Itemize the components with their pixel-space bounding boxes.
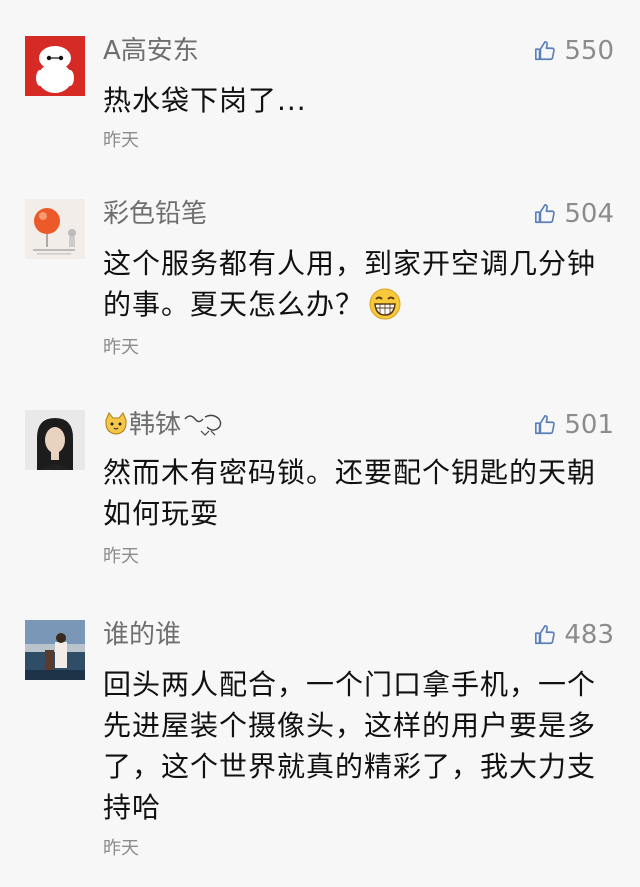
scribble-icon <box>183 411 227 450</box>
like-button[interactable]: 550 <box>534 34 614 68</box>
comment-text: 然而木有密码锁。还要配个钥匙的天朝如何玩耍 <box>103 456 597 530</box>
cat-icon <box>103 411 129 446</box>
thumbs-up-icon <box>535 41 556 61</box>
comment-time: 昨天 <box>103 337 139 358</box>
username[interactable]: 彩色铅笔 <box>103 197 207 231</box>
username[interactable]: 谁的谁 <box>103 618 181 652</box>
like-button[interactable]: 483 <box>534 618 614 652</box>
comment-text: 这个服务都有人用，到家开空调几分钟的事。夏天怎么办？ <box>103 247 597 321</box>
balloon-avatar-icon <box>25 199 85 259</box>
thumbs-up-icon <box>535 415 556 435</box>
like-button[interactable]: 504 <box>534 197 614 231</box>
seaside-photo-avatar-icon <box>25 620 85 680</box>
avatar[interactable] <box>25 620 85 680</box>
thumbs-up-icon <box>535 625 556 645</box>
username: 韩钵 <box>129 410 182 440</box>
grinning-face-emoji-icon <box>368 287 402 332</box>
thumbs-up-icon <box>535 204 556 224</box>
comment-text: 热水袋下岗了... <box>103 84 307 117</box>
white-robot-avatar-icon <box>25 36 85 96</box>
like-count: 550 <box>564 36 614 66</box>
like-count: 501 <box>564 410 614 440</box>
like-count: 504 <box>564 199 614 229</box>
username-wrap[interactable]: 韩钵 <box>103 408 227 450</box>
comment-list: A高安东 550 热水袋下岗了... 昨天 彩色铅笔 504 这个服务都有人用，… <box>0 0 640 887</box>
comment-time: 昨天 <box>103 130 139 151</box>
like-button[interactable]: 501 <box>534 408 614 442</box>
comment-time: 昨天 <box>103 838 139 859</box>
comment-text-wrap: 这个服务都有人用，到家开空调几分钟的事。夏天怎么办？ <box>103 243 613 332</box>
username[interactable]: A高安东 <box>103 34 199 68</box>
comment-text: 回头两人配合，一个门口拿手机，一个先进屋装个摄像头，这样的用户要是多了，这个世界… <box>103 668 597 824</box>
avatar[interactable] <box>25 36 85 96</box>
avatar[interactable] <box>25 410 85 470</box>
comment-time: 昨天 <box>103 546 139 567</box>
girl-photo-avatar-icon <box>25 410 85 470</box>
like-count: 483 <box>564 620 614 650</box>
avatar[interactable] <box>25 199 85 259</box>
